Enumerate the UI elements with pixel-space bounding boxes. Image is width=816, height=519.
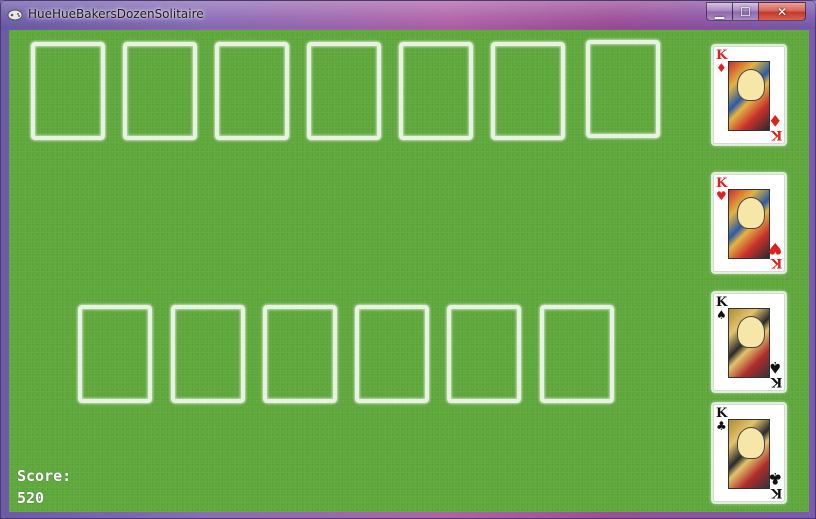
tableau-slot-top-6[interactable] bbox=[491, 42, 565, 140]
tableau-slot-top-5[interactable] bbox=[399, 42, 473, 140]
app-icon bbox=[7, 9, 23, 21]
score-label: Score: bbox=[17, 467, 72, 485]
tableau-slot-bottom-1[interactable] bbox=[78, 305, 152, 403]
foundation-card-king-hearts[interactable]: K ♥ ♥ K bbox=[713, 174, 785, 272]
foundation-card-king-diamonds[interactable]: K ♦ ♦ K bbox=[713, 46, 785, 144]
game-table: K ♦ ♦ K K ♥ ♥ K K ♠ ♠ K K ♣ ♣ K Score: 5… bbox=[9, 30, 809, 512]
king-face bbox=[737, 69, 765, 101]
game-window: HueHueBakersDozenSolitaire ▁ ☐ ✕ K ♦ ♦ K… bbox=[0, 0, 816, 519]
club-suit-icon: ♣ bbox=[767, 469, 782, 488]
king-face bbox=[737, 197, 765, 229]
king-artwork bbox=[728, 61, 770, 131]
tableau-slot-bottom-4[interactable] bbox=[355, 305, 429, 403]
club-suit-icon: ♣ bbox=[716, 419, 727, 433]
diamond-suit-icon: ♦ bbox=[716, 61, 727, 75]
king-face bbox=[737, 427, 765, 459]
tableau-slot-bottom-5[interactable] bbox=[447, 305, 521, 403]
king-face bbox=[737, 316, 765, 348]
maximize-button[interactable]: ☐ bbox=[732, 2, 759, 21]
tableau-slot-top-3[interactable] bbox=[215, 42, 289, 140]
window-title: HueHueBakersDozenSolitaire bbox=[28, 7, 204, 21]
spade-suit-icon: ♠ bbox=[716, 308, 727, 322]
tableau-slot-bottom-2[interactable] bbox=[171, 305, 245, 403]
close-icon: ✕ bbox=[776, 4, 788, 19]
score-value: 520 bbox=[17, 489, 45, 507]
tableau-slot-top-2[interactable] bbox=[123, 42, 197, 140]
card-rank: K bbox=[770, 374, 782, 389]
minimize-icon: ▁ bbox=[714, 4, 725, 19]
tableau-slot-bottom-6[interactable] bbox=[540, 305, 614, 403]
tableau-slot-bottom-3[interactable] bbox=[263, 305, 337, 403]
tableau-slot-top-7[interactable] bbox=[586, 40, 660, 138]
heart-suit-icon: ♥ bbox=[716, 189, 727, 203]
title-bar[interactable]: HueHueBakersDozenSolitaire ▁ ☐ ✕ bbox=[1, 1, 816, 29]
card-rank: K bbox=[770, 485, 782, 500]
foundation-card-king-clubs[interactable]: K ♣ ♣ K bbox=[713, 404, 785, 502]
king-artwork bbox=[728, 419, 770, 489]
spade-suit-icon: ♠ bbox=[767, 358, 782, 377]
heart-suit-icon: ♥ bbox=[767, 239, 782, 258]
card-rank: K bbox=[770, 127, 782, 142]
foundation-card-king-spades[interactable]: K ♠ ♠ K bbox=[713, 293, 785, 391]
king-artwork bbox=[728, 189, 770, 259]
minimize-button[interactable]: ▁ bbox=[706, 2, 733, 21]
maximize-icon: ☐ bbox=[740, 4, 751, 19]
king-artwork bbox=[728, 308, 770, 378]
diamond-suit-icon: ♦ bbox=[767, 111, 782, 130]
close-button[interactable]: ✕ bbox=[758, 2, 806, 21]
card-rank: K bbox=[770, 255, 782, 270]
tableau-slot-top-4[interactable] bbox=[307, 42, 381, 140]
tableau-slot-top-1[interactable] bbox=[31, 42, 105, 140]
